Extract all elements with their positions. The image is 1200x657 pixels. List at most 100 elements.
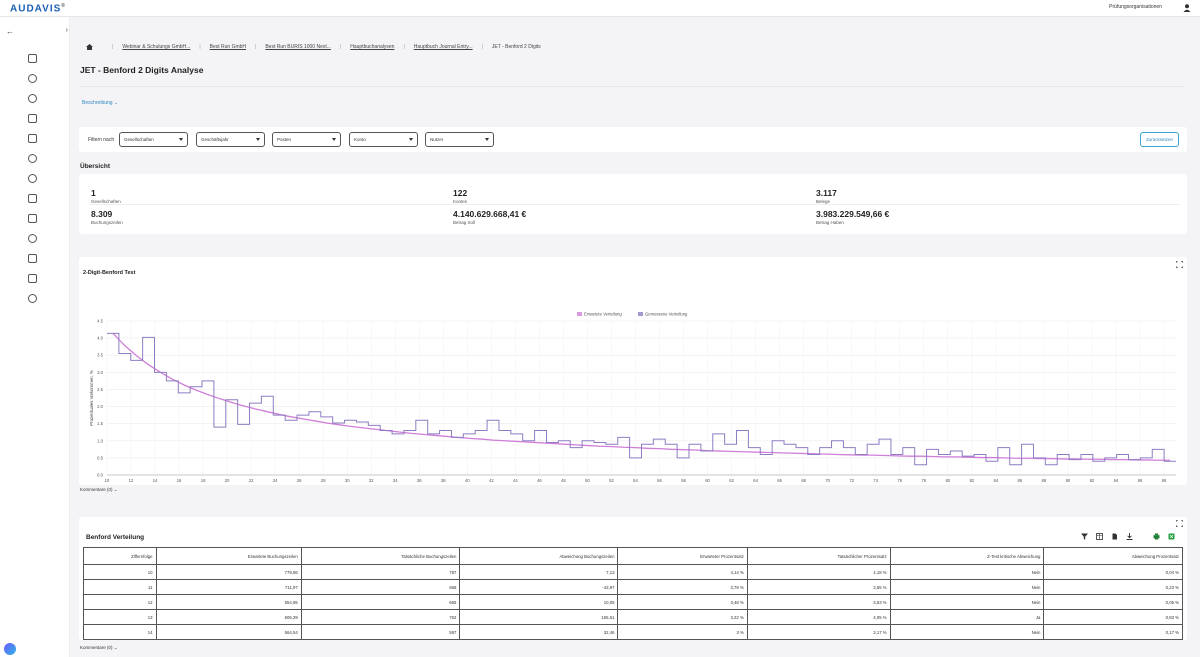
column-header[interactable]: Abweichung Prozentsatz: [1043, 547, 1183, 565]
table-row[interactable]: 13 606,39 762 155,61 3,22 % 4,05 % Ja 0,83 %: [83, 609, 1183, 625]
x-tick-label: 12: [129, 478, 134, 483]
column-header[interactable]: Tatsächlicher Prozentsatz: [746, 547, 891, 565]
image-icon[interactable]: [28, 194, 37, 203]
overview-item: 3.983.229.549,66 € Betrag Haben: [816, 209, 890, 225]
chevron-right-icon[interactable]: ›: [66, 27, 68, 34]
transfer-icon[interactable]: [28, 114, 37, 123]
table-row[interactable]: 11 711,97 668 -43,97 3,78 % 3,55 % Nein 0,23 %: [83, 579, 1183, 595]
back-arrow-icon[interactable]: ←: [6, 27, 14, 36]
x-tick-label: 38: [441, 478, 446, 483]
filter-select-user[interactable]: Nutzer: [425, 132, 494, 147]
table-comments-toggle[interactable]: Kommentare (0) ⌄: [80, 645, 118, 651]
x-tick-label: 20: [225, 478, 230, 483]
x-tick-label: 36: [417, 478, 422, 483]
overview-item: 8.309 Buchungszeilen: [91, 209, 123, 225]
x-tick-label: 42: [489, 478, 494, 483]
y-tick-label: 4.0: [97, 336, 103, 341]
table-row[interactable]: 14 564,54 597 32,46 3 % 3,17 % Nein 0,17 %: [83, 624, 1183, 640]
x-tick-label: 50: [585, 478, 590, 483]
assistant-icon[interactable]: [4, 643, 16, 655]
report-icon[interactable]: [28, 214, 37, 223]
reset-button[interactable]: Zurücksetzen: [1140, 132, 1179, 147]
filter-select-items[interactable]: Posten: [272, 132, 341, 147]
x-tick-label: 26: [297, 478, 302, 483]
lock-icon[interactable]: [28, 254, 37, 263]
x-tick-label: 22: [249, 478, 254, 483]
top-bar: AUDAVIS® Prüfungsorganisationen: [0, 0, 1200, 17]
filter-icon[interactable]: [1081, 533, 1088, 540]
filter-select-account[interactable]: Konto: [349, 132, 418, 147]
x-tick-label: 28: [321, 478, 326, 483]
document-icon[interactable]: [1111, 533, 1118, 540]
x-tick-label: 30: [345, 478, 350, 483]
breadcrumb-item[interactable]: Hauptbuchanalysen: [350, 44, 394, 50]
app-logo[interactable]: AUDAVIS®: [10, 3, 66, 14]
x-tick-label: 92: [1090, 478, 1095, 483]
column-header[interactable]: Z-Test kritische Abweichung: [889, 547, 1045, 565]
x-tick-label: 94: [1114, 478, 1119, 483]
overview-item: 122 Konten: [453, 188, 468, 204]
legend-swatch: [577, 312, 582, 316]
y-axis-label: Prozentuales Vorkommen, %: [89, 370, 94, 426]
sidebar-toggle: ← ›: [6, 27, 68, 37]
x-tick-label: 24: [273, 478, 278, 483]
y-tick-label: 0.5: [97, 455, 103, 460]
x-tick-label: 60: [705, 478, 710, 483]
excel-export-icon[interactable]: [1168, 533, 1175, 540]
document-icon[interactable]: [28, 134, 37, 143]
x-tick-label: 52: [609, 478, 614, 483]
table-header-row: Ziffernfolge Erwartete Buchungszeilen Ta…: [83, 547, 1183, 565]
y-tick-label: 3.0: [97, 370, 103, 375]
x-tick-label: 46: [537, 478, 542, 483]
organizations-link[interactable]: Prüfungsorganisationen: [1109, 4, 1162, 10]
y-tick-label: 4.5: [97, 319, 103, 324]
chart-comments-toggle[interactable]: Kommentare (0) ⌄: [80, 487, 118, 493]
filter-select-companies[interactable]: Gesellschaften: [119, 132, 188, 147]
network-icon[interactable]: [28, 294, 37, 303]
description-toggle[interactable]: Beschreibung ⌄: [82, 100, 118, 106]
column-header[interactable]: Ziffernfolge: [83, 547, 157, 565]
archive-icon[interactable]: [28, 274, 37, 283]
y-tick-label: 0.0: [97, 473, 103, 478]
x-tick-label: 70: [825, 478, 830, 483]
dashboard-icon[interactable]: [28, 54, 37, 63]
overview-card: 1 Gesellschaften 122 Konten 3.117 Belege 8.…: [79, 174, 1187, 234]
x-tick-label: 88: [1042, 478, 1047, 483]
legend-label: Erwartete Verteilung: [584, 312, 622, 317]
x-tick-label: 32: [369, 478, 374, 483]
user-icon[interactable]: [1182, 3, 1192, 13]
breadcrumb-item[interactable]: Best Run BURIS 1000 Next...: [265, 44, 331, 50]
fullscreen-icon[interactable]: [1176, 520, 1183, 527]
globe-icon[interactable]: [28, 234, 37, 243]
x-tick-label: 90: [1066, 478, 1071, 483]
table-row[interactable]: 10 779,86 787 7,13 4,14 % 4,18 % Nein 0,04 %: [83, 564, 1183, 580]
database-icon[interactable]: [28, 154, 37, 163]
x-tick-label: 78: [921, 478, 926, 483]
breadcrumb-item[interactable]: Webinar & Schulungs GmbH...: [122, 44, 190, 50]
benford-chart-card: 2-Digit-Benford Test 0.0 0.5 1.0 1.5 2.0 2.5 3…: [79, 257, 1187, 485]
column-header[interactable]: Tatsächliche Buchungszeilen: [300, 547, 461, 565]
column-header[interactable]: Abweichung Buchungszeilen: [459, 547, 619, 565]
column-header[interactable]: Erwarteter Prozentsatz: [617, 547, 748, 565]
table-row[interactable]: 12 654,95 665 10,05 3,48 % 3,53 % Nein 0,05 %: [83, 594, 1183, 610]
filter-select-fiscal-year[interactable]: Geschäftsjahr: [196, 132, 265, 147]
home-icon[interactable]: [86, 44, 93, 50]
filter-bar: Filtern nach Gesellschaften Geschäftsjah…: [79, 127, 1187, 152]
history-icon[interactable]: [28, 94, 37, 103]
breadcrumb-item[interactable]: Hauptbuch Journal Entry...: [414, 44, 473, 50]
columns-icon[interactable]: [1096, 533, 1103, 540]
divider: [80, 86, 1185, 87]
legend-label: Gemessene Verteilung: [645, 312, 688, 317]
x-tick-label: 82: [969, 478, 974, 483]
x-tick-label: 54: [633, 478, 638, 483]
x-tick-label: 66: [777, 478, 782, 483]
download-icon[interactable]: [1126, 533, 1133, 540]
caret-down-icon: [409, 138, 413, 141]
users-icon[interactable]: [28, 74, 37, 83]
column-header[interactable]: Erwartete Buchungszeilen: [155, 547, 302, 565]
breadcrumb-item[interactable]: Best Run GmbH: [210, 44, 246, 50]
print-icon[interactable]: [1153, 533, 1160, 540]
benford-table-card: Benford Verteilung Ziffernfolge Erwartet…: [79, 517, 1187, 640]
bulb-icon[interactable]: [28, 174, 37, 183]
x-tick-label: 84: [993, 478, 998, 483]
